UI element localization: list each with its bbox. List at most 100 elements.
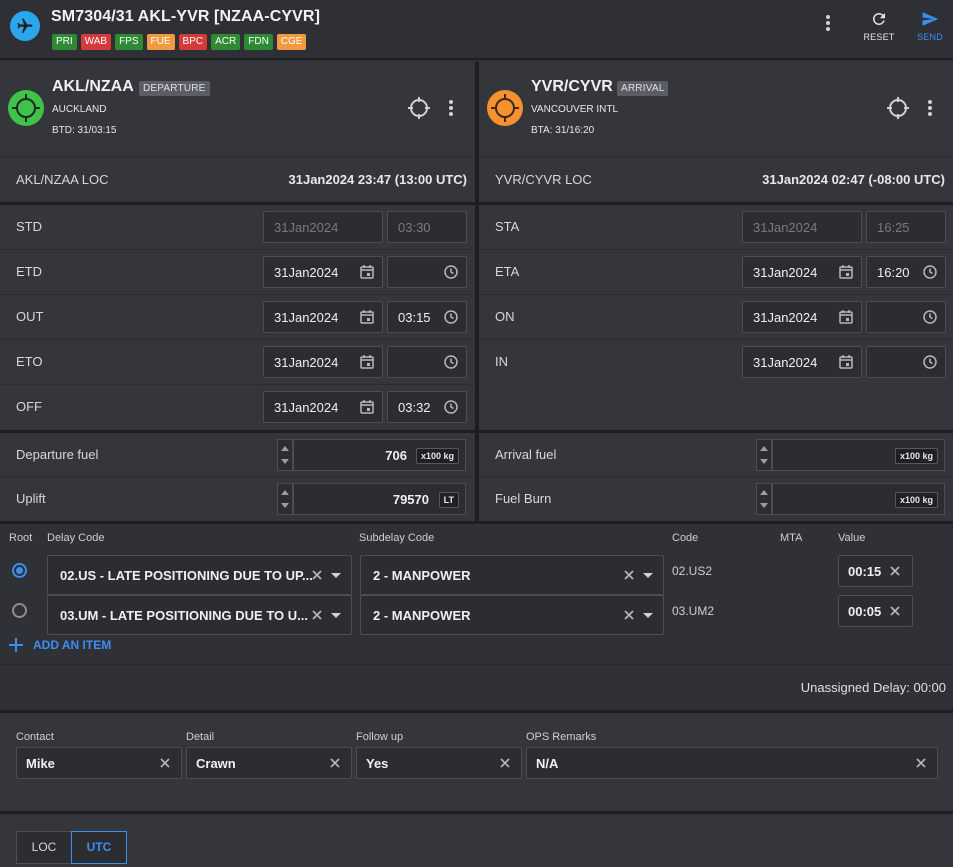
caret-down-icon[interactable] — [331, 573, 341, 578]
off-date-field[interactable]: 31Jan2024 — [263, 391, 383, 423]
close-icon[interactable] — [915, 757, 927, 769]
fuel-label: Arrival fuel — [495, 447, 557, 462]
root-radio[interactable] — [12, 603, 27, 618]
calendar-icon[interactable] — [839, 265, 853, 279]
status-badge[interactable]: BPC — [178, 34, 208, 50]
in-date-field[interactable]: 31Jan2024 — [742, 346, 862, 378]
status-badge[interactable]: FDN — [244, 34, 273, 50]
calendar-icon[interactable] — [839, 310, 853, 324]
delay-value-field[interactable]: 00:05 — [838, 595, 913, 627]
on-time-field[interactable] — [866, 301, 946, 333]
delay-value-field[interactable]: 00:15 — [838, 555, 913, 587]
time-label: ETD — [16, 264, 42, 279]
detail-input[interactable]: Crawn — [186, 747, 352, 779]
plus-icon — [9, 638, 23, 652]
close-icon[interactable] — [889, 565, 901, 577]
close-icon[interactable] — [310, 608, 324, 622]
fuel-stepper[interactable] — [756, 483, 772, 515]
loc-toggle-button[interactable]: LOC — [16, 831, 72, 864]
subdelay-code-select[interactable]: 2 - MANPOWER — [360, 555, 664, 595]
arrival-tag: ARRIVAL — [617, 81, 669, 96]
clock-icon[interactable] — [444, 355, 458, 369]
close-icon[interactable] — [889, 605, 901, 617]
clock-icon[interactable] — [923, 355, 937, 369]
status-badge[interactable]: FPS — [115, 34, 143, 50]
status-badge[interactable]: FUE — [146, 34, 175, 50]
delays-section: Root Delay Code Subdelay Code Code MTA V… — [0, 524, 953, 710]
delay-code-value: 02.US2 — [672, 564, 713, 578]
calendar-icon[interactable] — [360, 400, 374, 414]
more-vert-icon[interactable] — [820, 12, 836, 34]
departure-loc-label: AKL/NZAA LOC — [16, 172, 109, 187]
subdelay-code-select[interactable]: 2 - MANPOWER — [360, 595, 664, 635]
calendar-icon[interactable] — [360, 310, 374, 324]
contact-input[interactable]: Mike — [16, 747, 182, 779]
delay-code-select[interactable]: 03.UM - LATE POSITIONING DUE TO U... — [47, 595, 352, 635]
delay-code-select[interactable]: 02.US - LATE POSITIONING DUE TO UP... — [47, 555, 352, 595]
status-badge[interactable]: PRI — [52, 34, 77, 50]
close-icon[interactable] — [622, 568, 636, 582]
root-radio[interactable] — [12, 563, 27, 578]
eta-time-field[interactable]: 16:20 — [866, 256, 946, 288]
time-label: OFF — [16, 399, 42, 414]
etd-date-field[interactable]: 31Jan2024 — [263, 256, 383, 288]
fuel-stepper[interactable] — [277, 483, 293, 515]
clock-icon[interactable] — [923, 310, 937, 324]
sta-date-field: 31Jan2024 — [742, 211, 862, 243]
clock-icon[interactable] — [444, 265, 458, 279]
fuel-burn-input[interactable]: x100 kg — [772, 483, 945, 515]
ops-remarks-input[interactable]: N/A — [526, 747, 938, 779]
etd-time-field[interactable] — [387, 256, 467, 288]
divider — [0, 202, 953, 205]
calendar-icon[interactable] — [360, 265, 374, 279]
add-item-button[interactable]: ADD AN ITEM — [9, 638, 111, 652]
departure-fuel-input[interactable]: 706 x100 kg — [293, 439, 466, 471]
caret-down-icon[interactable] — [643, 573, 653, 578]
caret-down-icon[interactable] — [643, 613, 653, 618]
fuel-stepper[interactable] — [277, 439, 293, 471]
target-icon[interactable] — [407, 96, 431, 120]
status-badge[interactable]: WAB — [80, 34, 112, 50]
departure-status-icon — [8, 90, 44, 126]
departure-code: AKL/NZAA — [52, 78, 134, 95]
caret-down-icon[interactable] — [331, 613, 341, 618]
target-icon[interactable] — [886, 96, 910, 120]
in-time-field[interactable] — [866, 346, 946, 378]
divider — [0, 664, 953, 665]
out-date-field[interactable]: 31Jan2024 — [263, 301, 383, 333]
close-icon[interactable] — [499, 757, 511, 769]
arrival-status-icon — [487, 90, 523, 126]
close-icon[interactable] — [159, 757, 171, 769]
col-header-value: Value — [838, 532, 866, 544]
divider — [0, 521, 953, 524]
clock-icon[interactable] — [444, 400, 458, 414]
status-badge[interactable]: CGE — [276, 34, 307, 50]
more-vert-icon[interactable] — [927, 99, 933, 117]
col-header-mta: MTA — [780, 532, 803, 544]
eto-time-field[interactable] — [387, 346, 467, 378]
utc-toggle-button[interactable]: UTC — [71, 831, 127, 864]
close-icon[interactable] — [310, 568, 324, 582]
close-icon[interactable] — [329, 757, 341, 769]
uplift-input[interactable]: 79570 LT — [293, 483, 466, 515]
out-time-field[interactable]: 03:15 — [387, 301, 467, 333]
status-badges: PRI WAB FPS FUE BPC ACR FDN CGE — [52, 34, 307, 50]
unassigned-delay: Unassigned Delay: 00:00 — [800, 680, 946, 695]
clock-icon[interactable] — [923, 265, 937, 279]
eto-date-field[interactable]: 31Jan2024 — [263, 346, 383, 378]
clock-icon[interactable] — [444, 310, 458, 324]
reset-button[interactable]: RESET — [859, 10, 899, 42]
fuel-stepper[interactable] — [756, 439, 772, 471]
followup-input[interactable]: Yes — [356, 747, 522, 779]
eta-date-field[interactable]: 31Jan2024 — [742, 256, 862, 288]
on-date-field[interactable]: 31Jan2024 — [742, 301, 862, 333]
off-time-field[interactable]: 03:32 — [387, 391, 467, 423]
close-icon[interactable] — [622, 608, 636, 622]
time-label: ETA — [495, 264, 520, 279]
status-badge[interactable]: ACR — [211, 34, 241, 50]
calendar-icon[interactable] — [839, 355, 853, 369]
calendar-icon[interactable] — [360, 355, 374, 369]
arrival-fuel-input[interactable]: x100 kg — [772, 439, 945, 471]
more-vert-icon[interactable] — [448, 99, 454, 117]
send-button[interactable]: SEND — [910, 10, 950, 42]
